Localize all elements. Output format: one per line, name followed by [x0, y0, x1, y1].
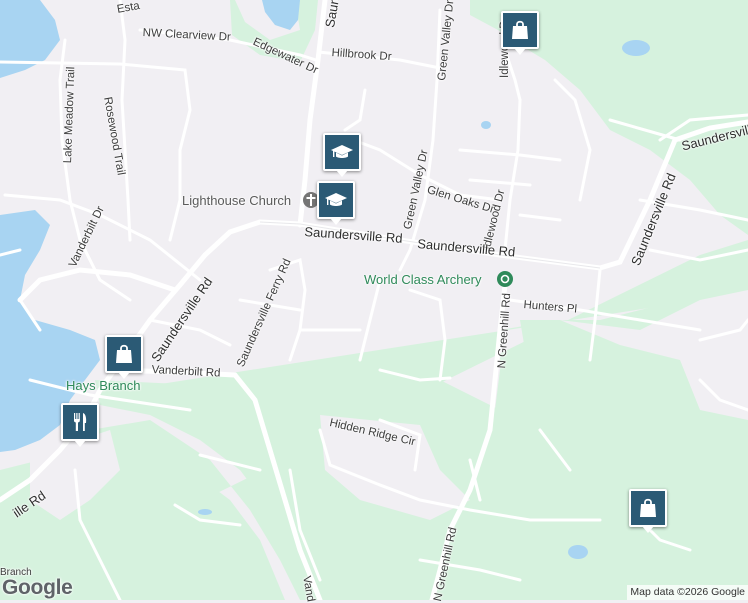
- shopping-bag-icon: [116, 344, 132, 363]
- google-logo: Google: [2, 576, 73, 599]
- pond-ne: [622, 40, 650, 56]
- map-attribution[interactable]: Map data ©2026 Google: [627, 585, 748, 600]
- poi-label-hays-branch[interactable]: Hays Branch: [66, 378, 140, 393]
- graduation-cap-icon: [325, 193, 347, 206]
- school-marker-2[interactable]: [317, 181, 355, 225]
- fork-knife-icon: [74, 413, 87, 431]
- pond-small: [481, 121, 491, 129]
- shopping-marker-1[interactable]: [501, 11, 539, 55]
- pond-sw: [198, 509, 212, 515]
- restaurant-marker-1[interactable]: [61, 403, 99, 447]
- poi-label-world-class-archery[interactable]: World Class Archery: [364, 272, 482, 287]
- shopping-marker-2[interactable]: [105, 335, 143, 379]
- pond-se: [568, 545, 588, 559]
- archery-poi-icon: [497, 271, 513, 287]
- poi-label-lighthouse-church[interactable]: Lighthouse Church: [182, 193, 291, 208]
- graduation-cap-icon: [331, 145, 353, 158]
- shopping-bag-icon: [640, 498, 656, 517]
- shopping-bag-icon: [512, 20, 528, 39]
- school-marker-1[interactable]: [323, 133, 361, 177]
- shopping-marker-3[interactable]: [629, 489, 667, 533]
